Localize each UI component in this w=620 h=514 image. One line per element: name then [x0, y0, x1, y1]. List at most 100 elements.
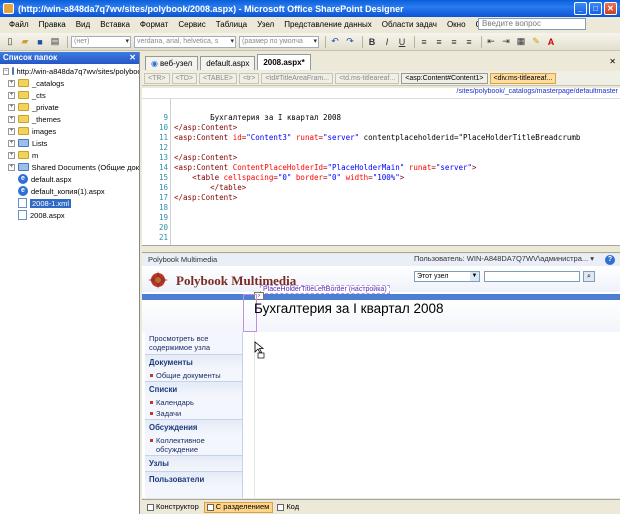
- quick-tag-selected[interactable]: <div.ms-titleareaf...: [489, 72, 557, 84]
- minimize-button[interactable]: _: [574, 2, 587, 15]
- font-combo[interactable]: verdana, arial, helvetica, s: [134, 35, 236, 48]
- split-divider[interactable]: [142, 245, 620, 253]
- maximize-button[interactable]: □: [589, 2, 602, 15]
- expand-icon[interactable]: +: [8, 115, 15, 123]
- tab-website[interactable]: ◉ веб-узел: [145, 56, 199, 70]
- menu-insert[interactable]: Вставка: [95, 20, 135, 29]
- menu-view[interactable]: Вид: [71, 20, 95, 29]
- search-scope-select[interactable]: Этот узел ▼: [414, 271, 480, 282]
- expand-icon[interactable]: +: [8, 139, 15, 147]
- tree-file[interactable]: e default_копия(1).aspx: [8, 185, 139, 197]
- menu-table[interactable]: Таблица: [211, 20, 252, 29]
- tree-folder[interactable]: + images: [8, 125, 139, 137]
- size-combo[interactable]: (размер по умолча: [239, 35, 319, 48]
- code-line[interactable]: <table cellspacing="0" border="0" width=…: [174, 173, 404, 183]
- code-line[interactable]: Бухгалтерия за I квартал 2008: [174, 113, 341, 123]
- italic-icon[interactable]: I: [381, 36, 393, 48]
- quick-tag[interactable]: <tr>: [238, 72, 260, 84]
- search-icon[interactable]: ⌕: [583, 271, 595, 282]
- menu-task-panes[interactable]: Области задач: [377, 20, 442, 29]
- design-view-button[interactable]: Конструктор: [144, 502, 203, 513]
- code-line[interactable]: </asp:Content>: [174, 193, 237, 203]
- site-top-title[interactable]: Polybook Multimedia: [148, 255, 217, 264]
- expand-icon[interactable]: +: [8, 91, 15, 99]
- quick-tag[interactable]: <TR>: [144, 72, 170, 84]
- view-all-content-link[interactable]: Просмотреть все содержимое узла: [145, 332, 242, 354]
- align-left-icon[interactable]: ≡: [418, 36, 430, 48]
- tree-file-selected[interactable]: 2008-1.xml: [8, 197, 139, 209]
- nav-item-tasks[interactable]: Задачи: [145, 408, 242, 419]
- tree-root[interactable]: − http://win-a848da7q7wv/sites/polybook: [3, 65, 139, 77]
- border-icon[interactable]: ▦: [515, 36, 527, 48]
- align-right-icon[interactable]: ≡: [448, 36, 460, 48]
- menu-site[interactable]: Узел: [252, 20, 279, 29]
- code-line[interactable]: <asp:Content id="Content3" runat="server…: [174, 133, 580, 143]
- tab-2008-aspx[interactable]: 2008.aspx*: [257, 54, 311, 70]
- tree-folder[interactable]: + m: [8, 149, 139, 161]
- expand-icon[interactable]: +: [8, 127, 15, 135]
- save-icon[interactable]: ■: [34, 36, 46, 48]
- expand-icon[interactable]: +: [8, 163, 15, 171]
- master-page-path[interactable]: /sites/polybook/_catalogs/masterpage/def…: [142, 88, 620, 98]
- nav-item-shared-documents[interactable]: Общие документы: [145, 370, 242, 381]
- quick-tag[interactable]: <td.ms-titleareaf...: [335, 72, 400, 84]
- menu-file[interactable]: Файл: [4, 20, 34, 29]
- nav-heading-sites[interactable]: Узлы: [145, 455, 242, 471]
- quick-tag[interactable]: <asp:Content#Content1>: [401, 72, 488, 84]
- decrease-indent-icon[interactable]: ⇤: [485, 36, 497, 48]
- code-line[interactable]: </asp:Content>: [174, 153, 237, 163]
- redo-icon[interactable]: ↷: [344, 36, 356, 48]
- placeholder-label[interactable]: PlaceHolderTitleLeftBorder (настройка): [260, 285, 390, 294]
- tree-file[interactable]: e default.aspx: [8, 173, 139, 185]
- menu-tools[interactable]: Сервис: [173, 20, 210, 29]
- align-center-icon[interactable]: ≡: [433, 36, 445, 48]
- help-icon[interactable]: ?: [605, 255, 615, 265]
- tree-folder[interactable]: + Shared Documents (Общие док: [8, 161, 139, 173]
- menu-window[interactable]: Окно: [442, 20, 471, 29]
- nav-heading-discussions[interactable]: Обсуждения: [145, 419, 242, 435]
- nav-item-team-discussion[interactable]: Коллективное обсуждение: [145, 435, 242, 455]
- main-content-region[interactable]: [254, 332, 594, 498]
- new-page-icon[interactable]: ▯: [4, 36, 16, 48]
- code-line[interactable]: </asp:Content>: [174, 123, 237, 133]
- tree-folder[interactable]: + _themes: [8, 113, 139, 125]
- open-icon[interactable]: ▰: [19, 36, 31, 48]
- tree-folder[interactable]: + _cts: [8, 89, 139, 101]
- close-tab-icon[interactable]: ✕: [609, 57, 616, 66]
- nav-heading-lists[interactable]: Списки: [145, 381, 242, 397]
- code-view[interactable]: 9 10 11 12 13 14 15 16 17 18 19 20 21 Бухгалтерия за…: [142, 98, 620, 245]
- justify-icon[interactable]: ≡: [463, 36, 475, 48]
- user-menu[interactable]: Пользователь: WIN-A848DA7Q7WV\администра…: [414, 254, 594, 263]
- nav-heading-documents[interactable]: Документы: [145, 354, 242, 370]
- quick-tag[interactable]: <TABLE>: [199, 72, 237, 84]
- font-color-icon[interactable]: A: [545, 36, 557, 48]
- expand-icon[interactable]: +: [8, 79, 15, 87]
- split-view-button[interactable]: С разделением: [203, 501, 274, 513]
- tree-folder[interactable]: + _catalogs: [8, 77, 139, 89]
- tree-folder[interactable]: + Lists: [8, 137, 139, 149]
- tree-folder[interactable]: + _private: [8, 101, 139, 113]
- menu-data-view[interactable]: Представление данных: [279, 20, 377, 29]
- site-search-input[interactable]: [484, 271, 580, 282]
- quick-tag[interactable]: <td#TitleAreaFram...: [261, 72, 334, 84]
- style-combo[interactable]: (нет): [71, 35, 131, 48]
- expand-icon[interactable]: +: [8, 151, 15, 159]
- design-view[interactable]: Polybook Multimedia Пользователь: WIN-A8…: [142, 254, 620, 498]
- nav-heading-people[interactable]: Пользователи: [145, 471, 242, 487]
- underline-icon[interactable]: U: [396, 36, 408, 48]
- undo-icon[interactable]: ↶: [329, 36, 341, 48]
- quick-tag[interactable]: <TD>: [171, 72, 198, 84]
- increase-indent-icon[interactable]: ⇥: [500, 36, 512, 48]
- code-view-button[interactable]: Код: [274, 502, 303, 513]
- code-line[interactable]: <asp:Content ContentPlaceHolderId="Place…: [174, 163, 477, 173]
- menu-format[interactable]: Формат: [135, 20, 173, 29]
- close-button[interactable]: ✕: [604, 2, 617, 15]
- bold-icon[interactable]: B: [366, 36, 378, 48]
- publish-icon[interactable]: ▤: [49, 36, 61, 48]
- nav-item-calendar[interactable]: Календарь: [145, 397, 242, 408]
- expand-icon[interactable]: +: [8, 103, 15, 111]
- tree-file[interactable]: 2008.aspx: [8, 209, 139, 221]
- close-pane-icon[interactable]: ✕: [129, 52, 136, 64]
- tab-default-aspx[interactable]: default.aspx: [200, 56, 256, 70]
- menu-edit[interactable]: Правка: [34, 20, 71, 29]
